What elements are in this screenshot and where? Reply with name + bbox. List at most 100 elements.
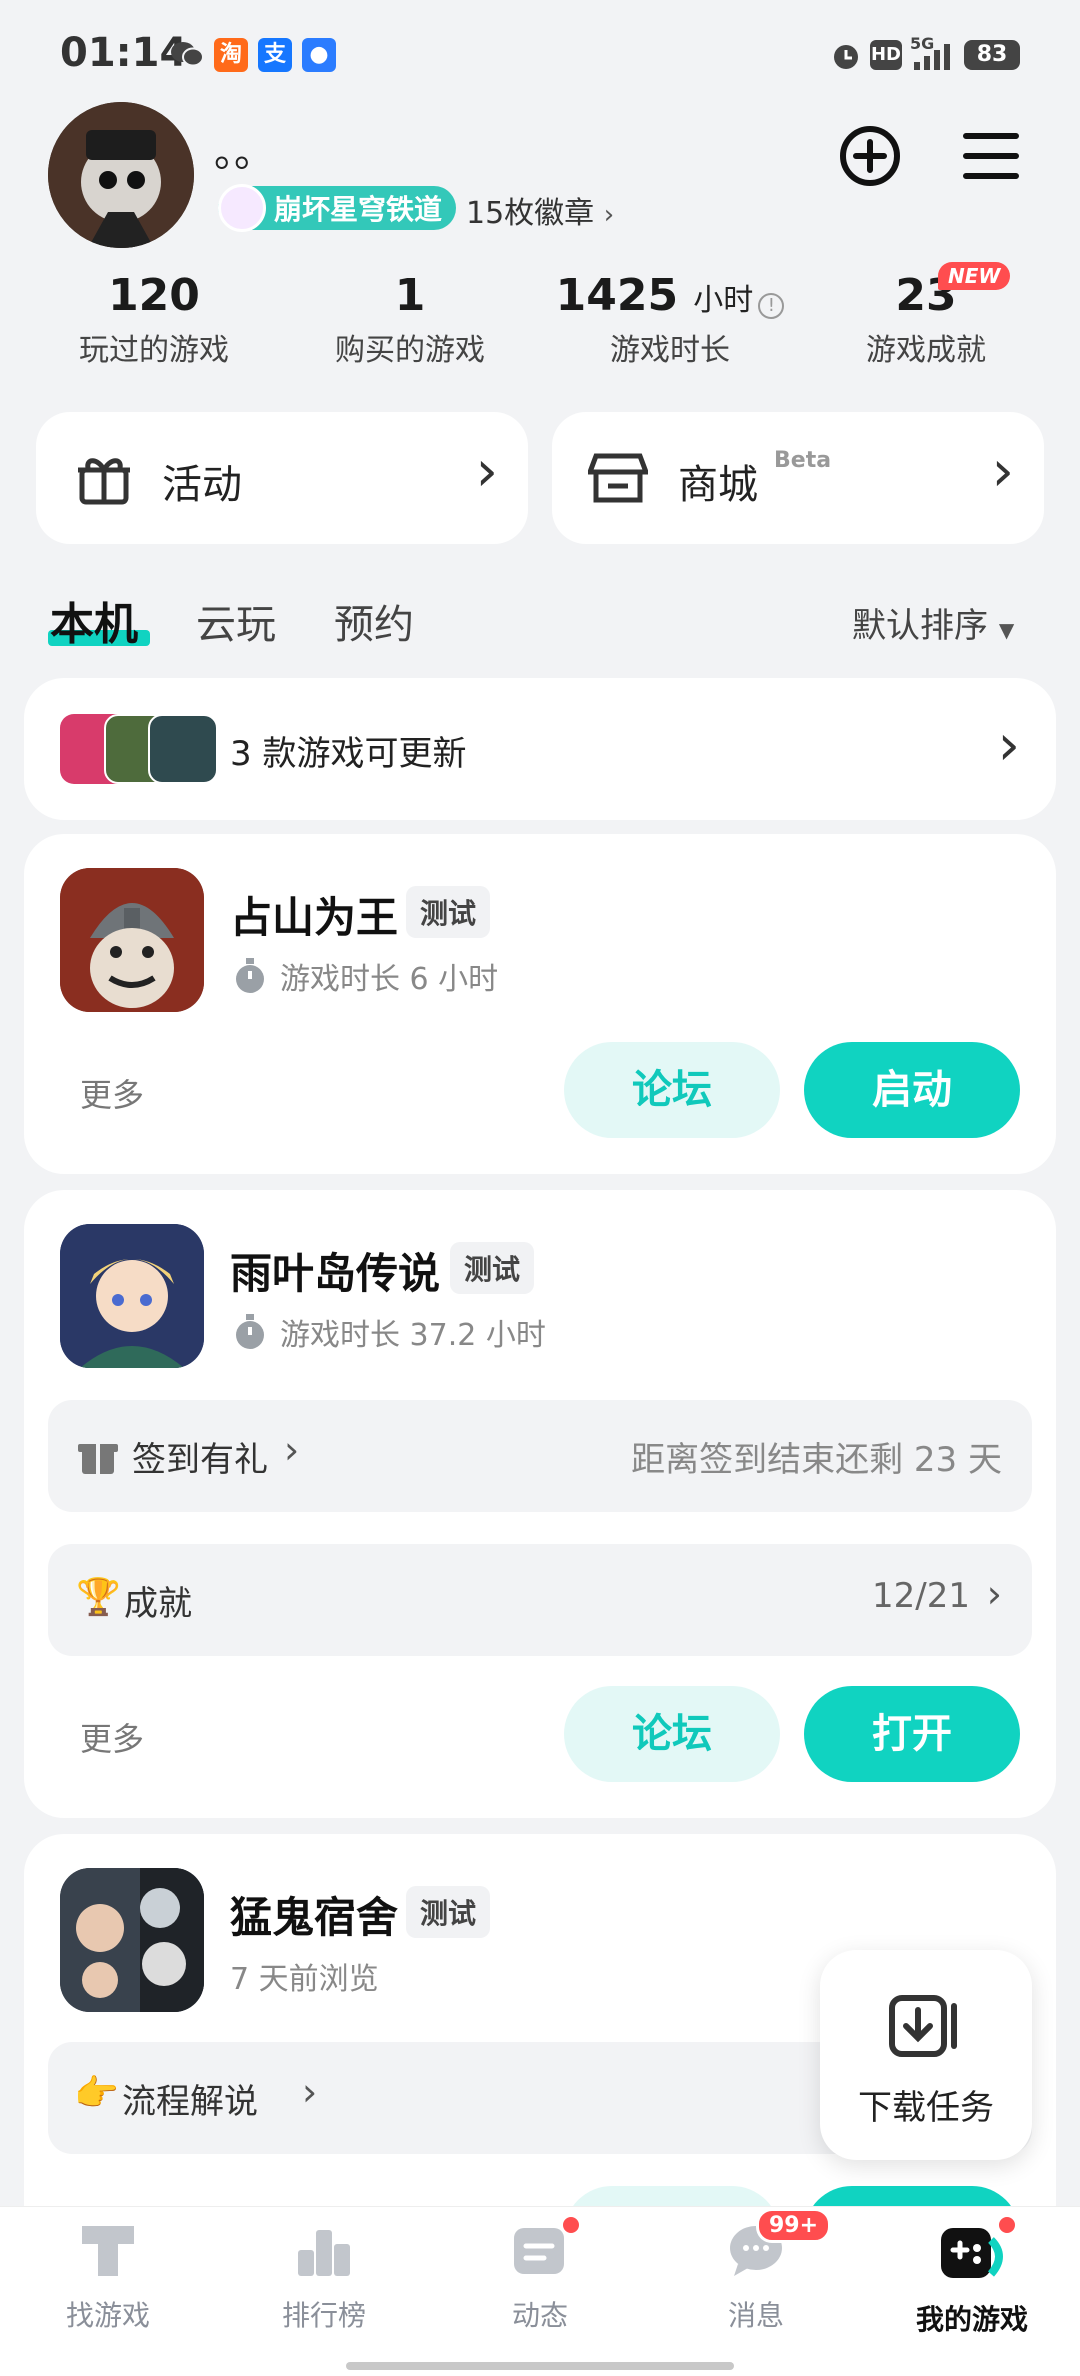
achievement-label: 成就 — [124, 1584, 192, 1624]
tab-cloud[interactable]: 云玩 — [196, 592, 276, 650]
game-badge[interactable]: 崩坏星穹铁道 — [218, 184, 457, 232]
badges-link[interactable]: 15枚徽章 › — [466, 188, 614, 232]
sort-label: 默认排序 — [852, 606, 988, 646]
chevron-right-icon: › — [475, 439, 498, 504]
tab-label: 本机 — [50, 599, 138, 650]
game-icon[interactable] — [60, 1868, 204, 2012]
stat-unit: 小时 — [693, 283, 754, 318]
app-icon: ● — [302, 38, 336, 72]
profile-name: 。。 — [214, 130, 274, 176]
pointing-hand-icon: 👉 — [74, 2073, 119, 2114]
signin-row[interactable]: 签到有礼 › 距离签到结束还剩 23 天 — [48, 1400, 1032, 1512]
signin-label: 签到有礼 — [132, 1440, 268, 1480]
game-title[interactable]: 雨叶岛传说 — [230, 1240, 440, 1301]
test-tag: 测试 — [450, 1242, 535, 1294]
signin-note: 距离签到结束还剩 23 天 — [631, 1440, 1002, 1480]
tab-reserve[interactable]: 预约 — [334, 592, 414, 650]
t-icon — [82, 2226, 134, 2276]
test-tag: 测试 — [406, 886, 491, 938]
notification-dot — [996, 2214, 1018, 2236]
activity-label: 活动 — [162, 462, 242, 508]
download-task-label: 下载任务 — [858, 2088, 994, 2128]
achievement-progress: 12/21 — [872, 1576, 970, 1616]
forum-button[interactable]: 论坛 — [564, 1686, 780, 1782]
notification-dot — [560, 2214, 582, 2236]
stat-value: 1 — [394, 270, 426, 321]
menu-button[interactable] — [962, 128, 1020, 184]
activity-card[interactable]: 活动 › — [36, 412, 528, 544]
store-icon — [588, 453, 648, 503]
beta-tag: Beta — [774, 448, 832, 473]
game-card: 占山为王 测试 游戏时长 6 小时 更多 论坛 启动 — [24, 834, 1056, 1174]
status-bar: 01:14 淘 支 ● HD 5G 83 — [0, 0, 1080, 110]
playtime-row: 游戏时长 37.2 小时 — [234, 1310, 546, 1354]
more-link[interactable]: 更多 — [80, 1714, 144, 1760]
open-button[interactable]: 打开 — [804, 1686, 1020, 1782]
battery-icon: 83 — [964, 40, 1020, 70]
game-icon[interactable] — [60, 868, 204, 1012]
nav-messages[interactable]: 99+ 消息 — [676, 2208, 836, 2334]
info-icon: ! — [758, 292, 785, 319]
tab-local[interactable]: 本机 — [48, 588, 150, 652]
new-badge: NEW — [938, 262, 1011, 290]
chevron-right-icon: › — [603, 200, 615, 230]
stat-label: 游戏成就 — [866, 333, 986, 368]
status-time: 01:14 — [60, 30, 188, 76]
plus-circle-icon — [840, 126, 900, 186]
game-title[interactable]: 占山为王 — [230, 884, 398, 945]
badge-avatar-icon — [218, 184, 266, 232]
home-indicator — [346, 2362, 734, 2370]
update-banner[interactable]: 3 款游戏可更新 › — [24, 678, 1056, 820]
stat-value: 120 — [108, 270, 200, 321]
hd-icon: HD — [870, 40, 902, 70]
stat-label: 玩过的游戏 — [79, 333, 229, 368]
taobao-app-icon: 淘 — [214, 38, 248, 72]
stat-value: 1425 — [555, 270, 679, 321]
playtime-text: 游戏时长 6 小时 — [280, 962, 499, 997]
game-icon-stack — [60, 714, 230, 784]
forum-button[interactable]: 论坛 — [564, 1042, 780, 1138]
sort-dropdown[interactable]: 默认排序 ▼ — [852, 598, 1014, 647]
nav-label: 找游戏 — [65, 2299, 150, 2332]
alarm-icon — [830, 40, 862, 76]
nav-ranking[interactable]: 排行榜 — [244, 2220, 404, 2334]
chevron-right-icon: › — [997, 713, 1020, 778]
browse-text: 7 天前浏览 — [230, 1962, 379, 1997]
nav-label: 我的游戏 — [915, 2303, 1028, 2336]
nav-find-games[interactable]: 找游戏 — [28, 2220, 188, 2334]
download-icon — [889, 1995, 957, 2057]
nav-feed[interactable]: 动态 — [460, 2214, 620, 2334]
avatar[interactable] — [48, 102, 194, 248]
gift-icon — [78, 458, 130, 505]
message-badge: 99+ — [756, 2208, 832, 2243]
stat-label: 游戏时长 — [610, 333, 730, 368]
stat-purchased[interactable]: 1 购买的游戏 — [310, 270, 510, 369]
playtime-row: 游戏时长 6 小时 — [234, 954, 498, 998]
trophy-icon: 🏆 — [76, 1577, 121, 1618]
download-task-button[interactable]: 下载任务 — [820, 1950, 1032, 2160]
game-title[interactable]: 猛鬼宿舍 — [230, 1884, 398, 1945]
stat-achievements[interactable]: 23 游戏成就 NEW — [826, 262, 1026, 369]
add-button[interactable] — [838, 124, 902, 188]
launch-button[interactable]: 启动 — [804, 1042, 1020, 1138]
caret-down-icon: ▼ — [998, 618, 1015, 642]
network-type: 5G — [910, 34, 935, 53]
nav-my-games[interactable]: 我的游戏 — [892, 2214, 1052, 2338]
stat-played[interactable]: 120 玩过的游戏 — [54, 270, 254, 369]
stopwatch-icon — [236, 1314, 264, 1349]
more-link[interactable]: 更多 — [80, 1070, 144, 1116]
playtime-text: 游戏时长 37.2 小时 — [280, 1318, 546, 1353]
game-icon[interactable] — [60, 1224, 204, 1368]
chevron-right-icon: › — [302, 2070, 318, 2114]
store-card[interactable]: 商城 Beta › — [552, 412, 1044, 544]
gift-icon — [78, 1444, 118, 1474]
alipay-icon: 支 — [258, 38, 292, 72]
achievement-row[interactable]: 🏆 成就 12/21 › — [48, 1544, 1032, 1656]
stat-playtime[interactable]: 1425 小时 ! 游戏时长 — [550, 270, 790, 369]
chevron-right-icon: › — [284, 1428, 300, 1472]
nav-label: 动态 — [511, 2299, 568, 2332]
wechat-icon — [170, 40, 204, 68]
chevron-right-icon: › — [986, 1572, 1002, 1616]
nav-label: 排行榜 — [281, 2299, 366, 2332]
nav-label: 消息 — [727, 2299, 784, 2332]
